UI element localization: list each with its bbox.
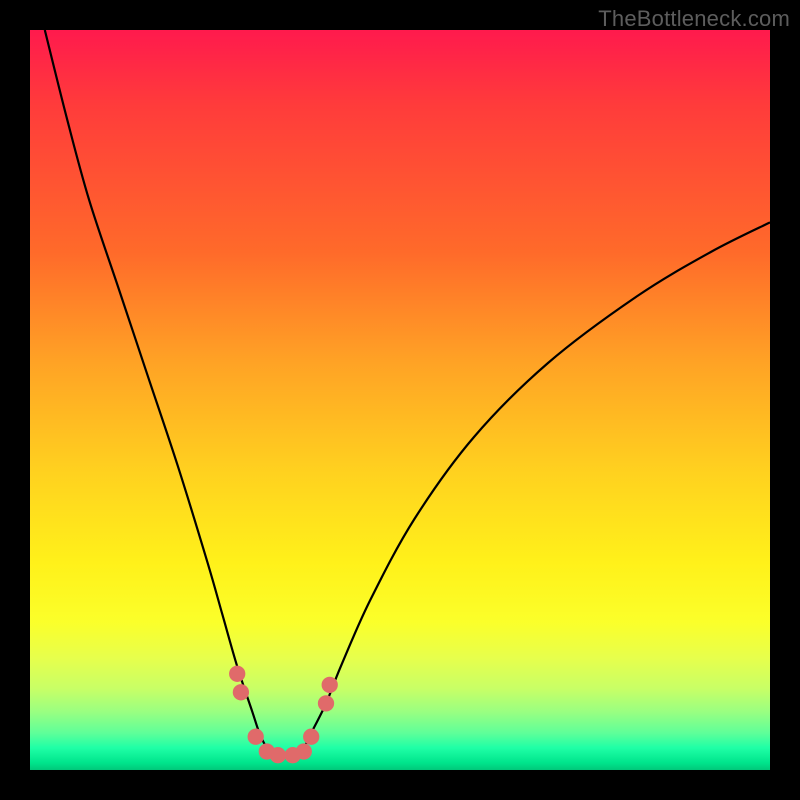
- curve-svg: [30, 30, 770, 770]
- curve-marker: [233, 684, 249, 700]
- curve-marker: [296, 743, 312, 759]
- curve-marker: [318, 695, 334, 711]
- curve-marker: [322, 677, 338, 693]
- curve-marker: [270, 747, 286, 763]
- curve-marker: [259, 743, 275, 759]
- curve-marker: [248, 729, 264, 745]
- attribution-text: TheBottleneck.com: [598, 6, 790, 32]
- marker-group: [229, 666, 338, 764]
- curve-marker: [229, 666, 245, 682]
- chart-frame: TheBottleneck.com: [0, 0, 800, 800]
- bottleneck-curve: [45, 30, 770, 756]
- curve-marker: [285, 747, 301, 763]
- plot-area: [30, 30, 770, 770]
- curve-marker: [303, 729, 319, 745]
